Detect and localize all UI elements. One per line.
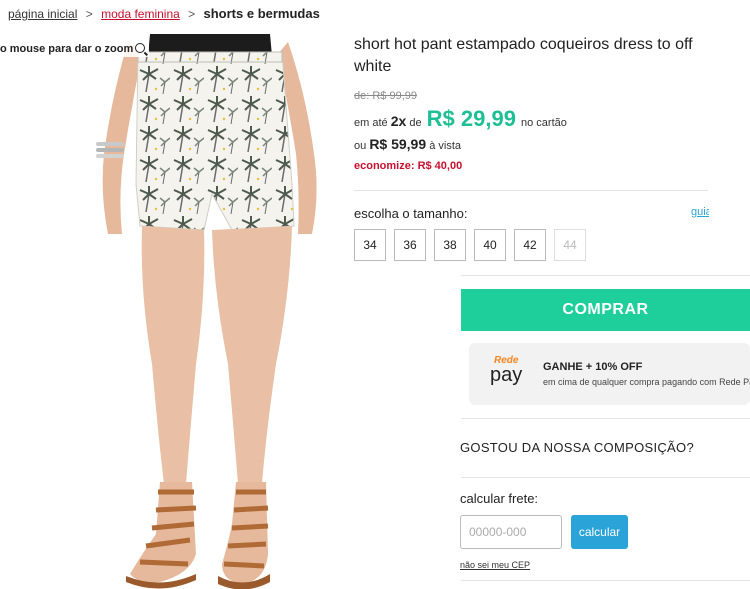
size-option[interactable]: 40 <box>474 229 506 261</box>
cash-value: R$ 59,99 <box>369 136 427 152</box>
redepay-logo: Rede pay <box>490 356 532 386</box>
breadcrumb: página inicial > moda feminina > shorts … <box>8 6 320 21</box>
cash-prefix: ou <box>354 140 367 152</box>
composition-heading[interactable]: GOSTOU DA NOSSA COMPOSIÇÃO? <box>460 440 694 455</box>
zoom-hint-text: o mouse para dar o zoom <box>0 43 134 55</box>
size-guide-link[interactable]: guia <box>691 206 709 218</box>
freight-label: calcular frete: <box>460 491 539 506</box>
size-option[interactable]: 36 <box>394 229 426 261</box>
breadcrumb-category-link[interactable]: moda feminina <box>101 7 180 21</box>
cash-suffix: à vista <box>429 140 461 152</box>
magnifier-icon <box>135 43 146 53</box>
redepay-logo-bottom: pay <box>490 364 523 386</box>
calculate-freight-button[interactable]: calcular <box>571 515 628 549</box>
breadcrumb-separator: > <box>85 7 93 21</box>
installments-prefix: em até <box>354 117 388 129</box>
size-label: escolha o tamanho: <box>354 206 468 221</box>
breadcrumb-separator: > <box>188 7 196 21</box>
product-image[interactable] <box>0 34 340 589</box>
installment-price: em até 2x de R$ 29,99 no cartão <box>354 106 567 132</box>
divider <box>461 580 750 581</box>
installment-value: R$ 29,99 <box>426 106 516 131</box>
size-option[interactable]: 38 <box>434 229 466 261</box>
divider <box>461 275 750 276</box>
unknown-zip-link[interactable]: não sei meu CEP <box>460 560 530 570</box>
promo-title: GANHE + 10% OFF <box>543 361 643 373</box>
size-options: 34 36 38 40 42 44 <box>354 229 586 261</box>
divider <box>461 477 750 478</box>
breadcrumb-home-link[interactable]: página inicial <box>8 7 77 21</box>
size-option[interactable]: 34 <box>354 229 386 261</box>
cash-price: ou R$ 59,99 à vista <box>354 136 461 152</box>
breadcrumb-current: shorts e bermudas <box>203 6 320 21</box>
installments-suffix: no cartão <box>521 117 567 129</box>
savings-text: economize: R$ 40,00 <box>354 160 463 172</box>
product-title: short hot pant estampado coqueiros dress… <box>354 36 693 75</box>
zip-code-input[interactable] <box>460 515 562 549</box>
product-photo <box>96 34 317 589</box>
size-option-unavailable: 44 <box>554 229 586 261</box>
old-price: de: R$ 99,99 <box>354 90 417 102</box>
promo-subtitle: em cima de qualquer compra pagando com R… <box>543 377 750 387</box>
zoom-hint: o mouse para dar o zoom <box>0 40 150 57</box>
size-option[interactable]: 42 <box>514 229 546 261</box>
installments-de: de <box>409 117 422 129</box>
buy-button[interactable]: COMPRAR <box>461 289 750 331</box>
divider <box>461 418 750 419</box>
divider <box>354 190 708 191</box>
installments-count: 2x <box>390 113 407 129</box>
